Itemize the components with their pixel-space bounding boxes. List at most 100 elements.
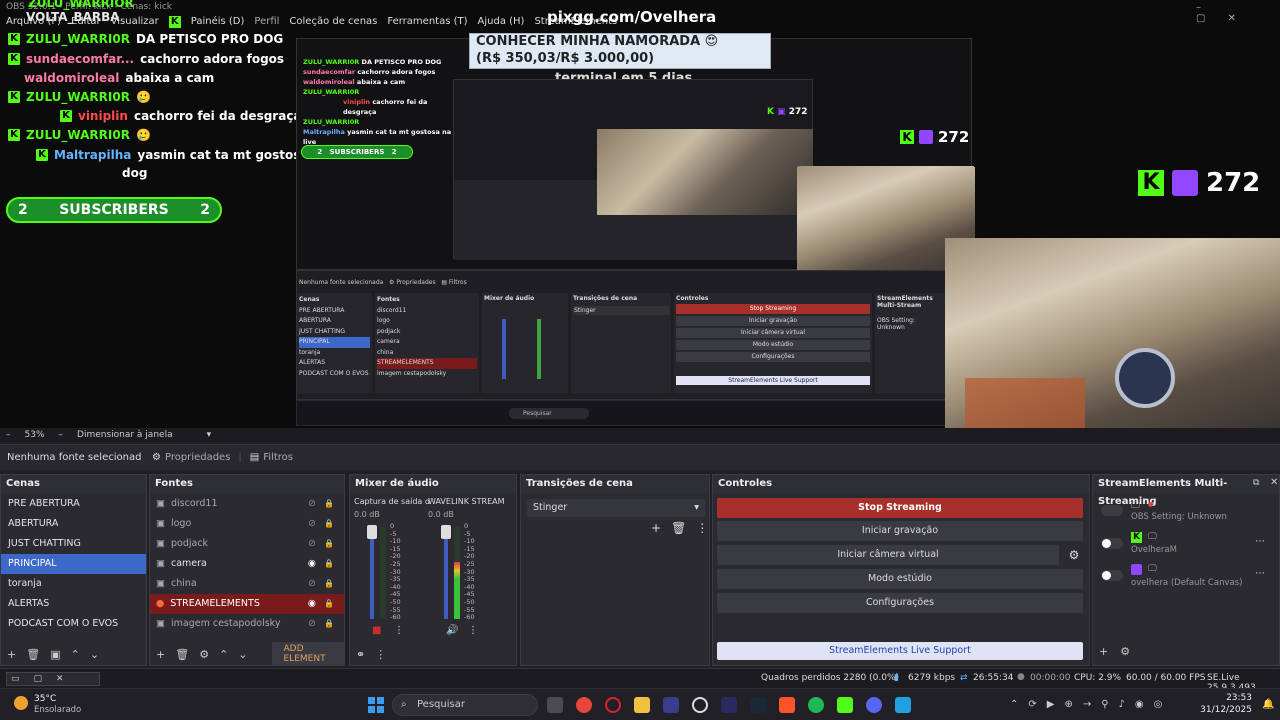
lock-icon[interactable]: 🔒 xyxy=(324,614,334,634)
source-item[interactable]: ▣ camera ◉ 🔒 xyxy=(150,554,344,574)
windows-start-icon[interactable] xyxy=(368,697,384,713)
lock-icon[interactable]: 🔒 xyxy=(324,514,334,534)
menu-docks[interactable]: Painéis (D) xyxy=(191,16,245,30)
notification-icon[interactable]: 🔔 xyxy=(1262,699,1274,710)
scene-item[interactable]: PRINCIPAL xyxy=(1,554,146,574)
taskbar-search[interactable]: ⌕ Pesquisar xyxy=(392,694,538,716)
eye-hidden-icon[interactable]: ⊘ xyxy=(308,494,316,514)
fader-knob[interactable] xyxy=(441,525,451,539)
scene-item[interactable]: PODCAST COM O EVOS xyxy=(1,614,146,634)
volume-fader[interactable] xyxy=(444,527,448,619)
menu-help[interactable]: Ajuda (H) xyxy=(478,16,525,30)
properties-button[interactable]: ⚙ Propriedades xyxy=(144,452,238,463)
gear-icon[interactable]: ⚙ xyxy=(1064,545,1084,565)
speaker-icon[interactable]: 🔊 xyxy=(446,625,458,636)
lock-icon[interactable]: 🔒 xyxy=(324,574,334,594)
system-tray[interactable]: ⌃⟳▶⊕→⚲♪◉◎ xyxy=(1010,699,1172,710)
menu-edit[interactable]: Editar xyxy=(71,16,101,30)
maximize-icon[interactable]: ▢ xyxy=(34,674,43,684)
window-controls[interactable]: –▢✕ xyxy=(1196,2,1280,24)
window-mini-controls[interactable]: ▭ ▢ ✕ xyxy=(6,672,100,686)
add-scene-button[interactable]: + xyxy=(7,648,16,661)
source-item[interactable]: ▣ discord11 ⊘ 🔒 xyxy=(150,494,344,514)
fader-knob[interactable] xyxy=(367,525,377,539)
undock-icon[interactable]: ⧉ xyxy=(1253,478,1259,488)
close-icon[interactable]: ✕ xyxy=(1227,13,1257,24)
lock-icon[interactable]: 🔒 xyxy=(324,594,334,614)
close-icon[interactable]: ✕ xyxy=(1270,477,1278,488)
eye-hidden-icon[interactable]: ⊘ xyxy=(308,534,316,554)
kick-target-toggle[interactable] xyxy=(1101,538,1123,549)
add-transition-button[interactable]: + xyxy=(651,521,661,535)
app-icon-3[interactable] xyxy=(895,697,911,713)
source-item[interactable]: ▣ china ⊘ 🔒 xyxy=(150,574,344,594)
move-down-icon[interactable]: ⌄ xyxy=(90,648,99,661)
more-icon[interactable]: ⋯ xyxy=(1255,568,1265,579)
scene-item[interactable]: ALERTAS xyxy=(1,594,146,614)
twitch-target-toggle[interactable] xyxy=(1101,570,1123,581)
scene-item[interactable]: ABERTURA xyxy=(1,514,146,534)
steam-icon[interactable] xyxy=(750,697,766,713)
collapse-icon[interactable]: – xyxy=(6,430,11,440)
lock-icon[interactable]: 🔒 xyxy=(324,494,334,514)
channel-menu-icon[interactable]: ⋮ xyxy=(394,625,404,636)
eye-hidden-icon[interactable]: ⊘ xyxy=(308,614,316,634)
temperature[interactable]: 35°C xyxy=(34,694,56,704)
add-source-button[interactable]: + xyxy=(156,648,165,661)
move-down-icon[interactable]: ⌄ xyxy=(238,648,247,661)
mixer-link-icon[interactable]: ⚭ xyxy=(356,648,365,661)
opera-icon[interactable] xyxy=(605,697,621,713)
trash-icon[interactable]: 🗑 xyxy=(175,648,189,661)
minimize-icon[interactable]: – xyxy=(1196,2,1223,13)
clock-date[interactable]: 31/12/2025 xyxy=(1200,705,1252,715)
brave-icon[interactable] xyxy=(779,697,795,713)
menu-tools[interactable]: Ferramentas (T) xyxy=(387,16,467,30)
gear-icon[interactable]: ⚙ xyxy=(1120,645,1130,658)
task-view-icon[interactable] xyxy=(547,697,563,713)
obs-icon[interactable] xyxy=(692,697,708,713)
more-icon[interactable]: ⋯ xyxy=(1255,536,1265,547)
eye-icon[interactable]: ◉ xyxy=(308,594,316,614)
maximize-icon[interactable]: ▢ xyxy=(1196,13,1227,24)
scene-item[interactable]: toranja xyxy=(1,574,146,594)
add-element-button[interactable]: ADD ELEMENT xyxy=(271,642,344,666)
obs-preview[interactable]: OBS 32.0.1 - Perfil: kick - Cenas: kick … xyxy=(0,0,1280,428)
studio-mode-button[interactable]: Modo estúdio xyxy=(717,569,1083,589)
stop-streaming-button[interactable]: Stop Streaming xyxy=(717,498,1083,518)
add-target-button[interactable]: + xyxy=(1099,645,1108,658)
kick-app-icon[interactable] xyxy=(837,697,853,713)
source-item[interactable]: ▣ podjack ⊘ 🔒 xyxy=(150,534,344,554)
scene-item[interactable]: PRE ABERTURA xyxy=(1,494,146,514)
scene-filters-icon[interactable]: ▣ xyxy=(50,648,60,661)
source-item[interactable]: ▣ logo ⊘ 🔒 xyxy=(150,514,344,534)
lock-icon[interactable]: 🔒 xyxy=(324,554,334,574)
chrome-icon[interactable] xyxy=(576,697,592,713)
eye-hidden-icon[interactable]: ⊘ xyxy=(308,574,316,594)
muted-speaker-icon[interactable]: ■ xyxy=(372,625,381,636)
virtual-camera-button[interactable]: Iniciar câmera virtual xyxy=(717,545,1059,565)
folder-icon[interactable] xyxy=(634,697,650,713)
obs-setting-toggle[interactable] xyxy=(1101,505,1123,516)
close-icon[interactable]: ✕ xyxy=(56,674,64,684)
zoom-level[interactable]: 53% xyxy=(25,430,45,440)
trash-icon[interactable]: 🗑 xyxy=(26,648,40,661)
start-recording-button[interactable]: Iniciar gravação xyxy=(717,521,1083,541)
channel-menu-icon[interactable]: ⋮ xyxy=(468,625,478,636)
transition-menu-icon[interactable]: ⋮ xyxy=(696,521,708,535)
eye-hidden-icon[interactable]: ⊘ xyxy=(308,514,316,534)
live-support-button[interactable]: StreamElements Live Support xyxy=(717,642,1083,660)
chevron-down-icon[interactable]: ▾ xyxy=(207,430,212,440)
app-icon[interactable] xyxy=(663,697,679,713)
source-item[interactable]: ▣ imagem cestapodolsky ⊘ 🔒 xyxy=(150,614,344,634)
mixer-menu-icon[interactable]: ⋮ xyxy=(375,648,386,661)
transition-select[interactable]: Stinger ▾ xyxy=(527,499,705,517)
filters-button[interactable]: ▤ Filtros xyxy=(242,452,301,463)
eye-icon[interactable]: ◉ xyxy=(308,554,316,574)
menu-file[interactable]: Arquivo (F) xyxy=(6,16,61,30)
volume-fader[interactable] xyxy=(370,527,374,619)
menu-scene-collection[interactable]: Coleção de cenas xyxy=(289,16,377,30)
discord-icon[interactable] xyxy=(866,697,882,713)
settings-button[interactable]: Configurações xyxy=(717,593,1083,613)
restore-icon[interactable]: ▭ xyxy=(11,674,20,684)
gear-icon[interactable]: ⚙ xyxy=(199,648,209,661)
